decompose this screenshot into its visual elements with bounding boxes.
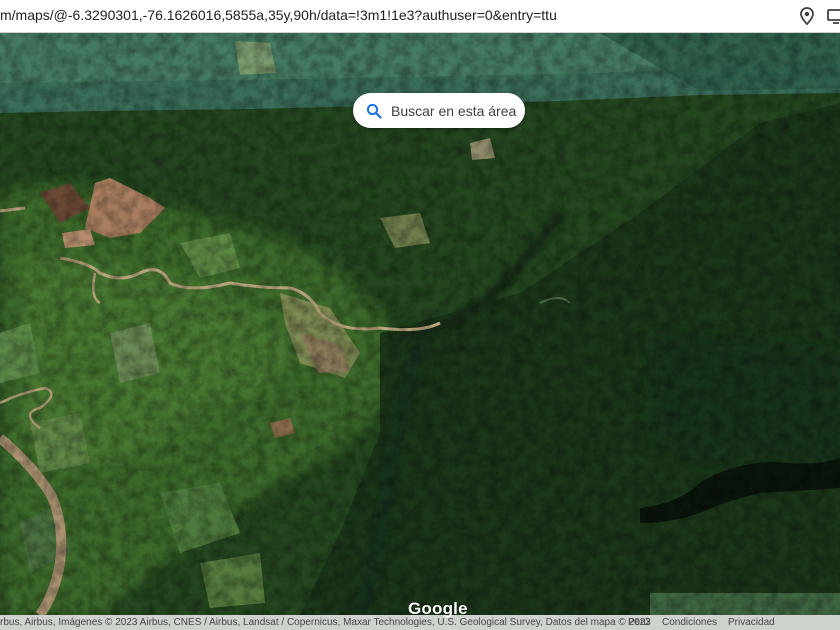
url-text[interactable]: m/maps/@-6.3290301,-76.1626016,5855a,35y… [0, 7, 557, 23]
browser-address-bar: m/maps/@-6.3290301,-76.1626016,5855a,35y… [0, 0, 840, 33]
privacy-link[interactable]: Privacidad [728, 617, 775, 628]
location-pin-icon[interactable] [797, 6, 817, 26]
map-footer: rbus, Airbus, Imágenes © 2023 Airbus, CN… [0, 615, 840, 630]
attribution-text: rbus, Airbus, Imágenes © 2023 Airbus, CN… [0, 617, 651, 628]
terms-link[interactable]: Condiciones [662, 617, 717, 628]
satellite-map[interactable]: Buscar en esta área [0, 33, 840, 615]
search-this-area-button[interactable]: Buscar en esta área [353, 93, 525, 128]
country-label: Perú [628, 617, 650, 628]
search-icon [366, 103, 382, 119]
display-icon[interactable] [826, 6, 840, 26]
search-this-area-label: Buscar en esta área [391, 102, 517, 119]
